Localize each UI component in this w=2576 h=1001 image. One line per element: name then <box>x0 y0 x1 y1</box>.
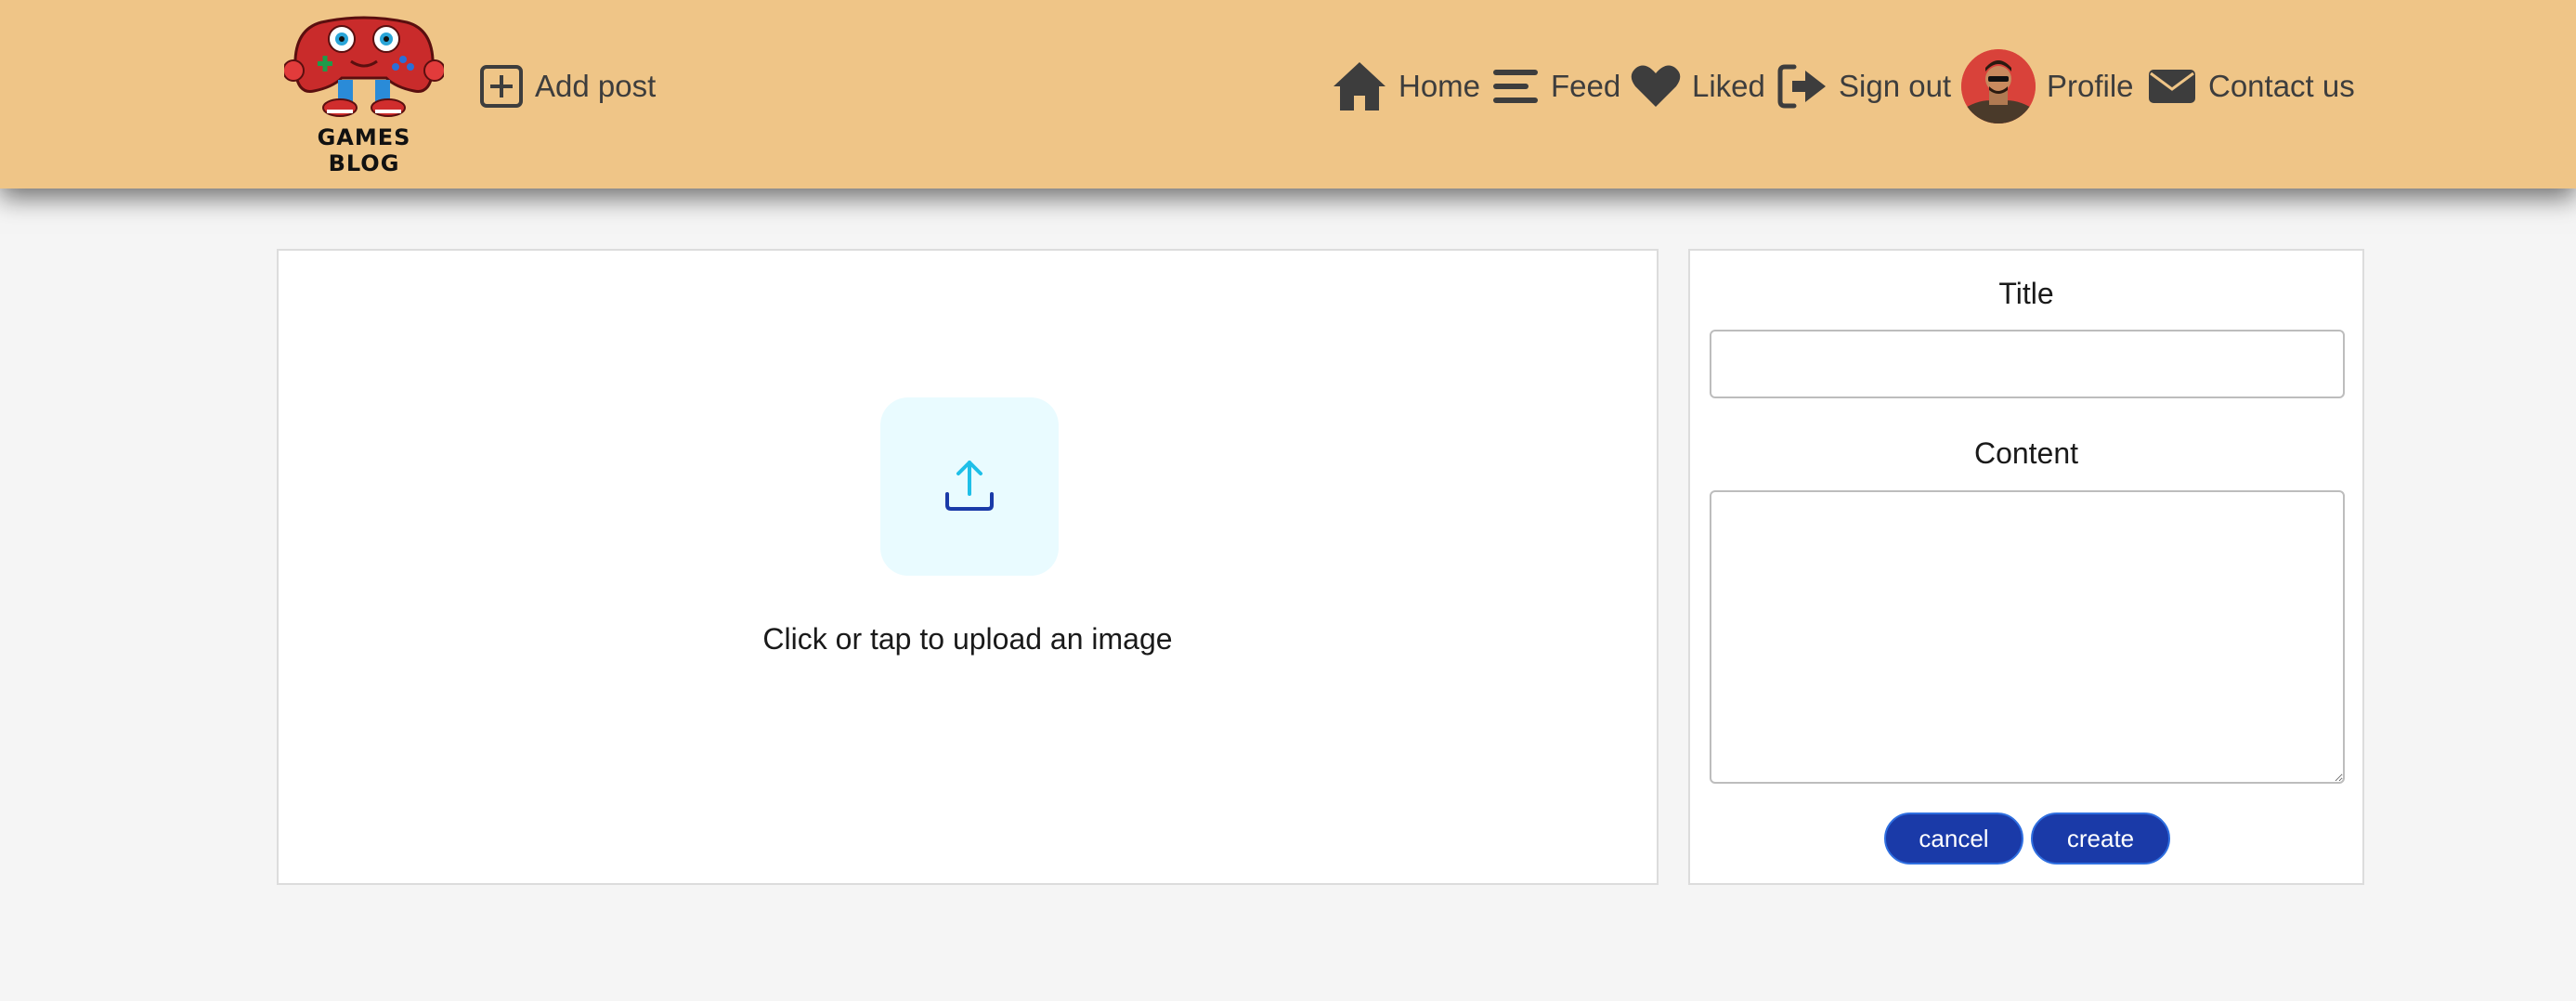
title-label: Title <box>1998 277 2054 310</box>
nav-feed-label: Feed <box>1551 69 1621 103</box>
heart-icon <box>1631 65 1681 107</box>
upload-prompt: Click or tap to upload an image <box>762 622 1173 656</box>
nav-contact-label: Contact us <box>2208 69 2355 103</box>
nav-sign-out[interactable]: Sign out <box>1777 56 1951 117</box>
profile-avatar-image <box>1961 49 2036 124</box>
nav-home[interactable]: Home <box>1332 56 1480 117</box>
nav-liked[interactable]: Liked <box>1631 56 1765 117</box>
nav-home-label: Home <box>1399 69 1481 103</box>
post-form: Title Content cancel create <box>1688 249 2364 885</box>
games-blog-logo[interactable]: GAMES BLOG <box>282 13 446 176</box>
content-textarea[interactable] <box>1710 490 2345 784</box>
sign-out-icon <box>1777 64 1826 109</box>
top-navbar: GAMES BLOG Add post Home Feed Liked Sign… <box>0 0 2576 188</box>
feed-lines-icon <box>1493 70 1538 103</box>
nav-feed[interactable]: Feed <box>1491 56 1620 117</box>
content-label: Content <box>1973 436 2079 470</box>
upload-button[interactable] <box>880 397 1059 576</box>
nav-profile[interactable]: Profile <box>1961 49 2134 124</box>
upload-icon <box>945 461 994 511</box>
title-input[interactable] <box>1710 330 2345 398</box>
cancel-button[interactable]: cancel <box>1884 812 2023 864</box>
plus-square-icon <box>480 65 523 108</box>
nav-sign-out-label: Sign out <box>1839 69 1952 103</box>
add-post-link[interactable]: Add post <box>479 56 656 117</box>
nav-liked-label: Liked <box>1692 69 1765 103</box>
add-post-label: Add post <box>535 69 657 103</box>
logo-text: GAMES BLOG <box>317 124 411 176</box>
home-icon <box>1334 62 1386 110</box>
envelope-icon <box>2149 70 2195 103</box>
create-button[interactable]: create <box>2031 812 2170 864</box>
image-upload-area[interactable]: Click or tap to upload an image <box>277 249 1659 885</box>
nav-profile-label: Profile <box>2047 69 2134 103</box>
nav-contact[interactable]: Contact us <box>2147 56 2355 117</box>
avatar <box>1961 49 2036 124</box>
controller-mascot-icon <box>282 16 446 117</box>
